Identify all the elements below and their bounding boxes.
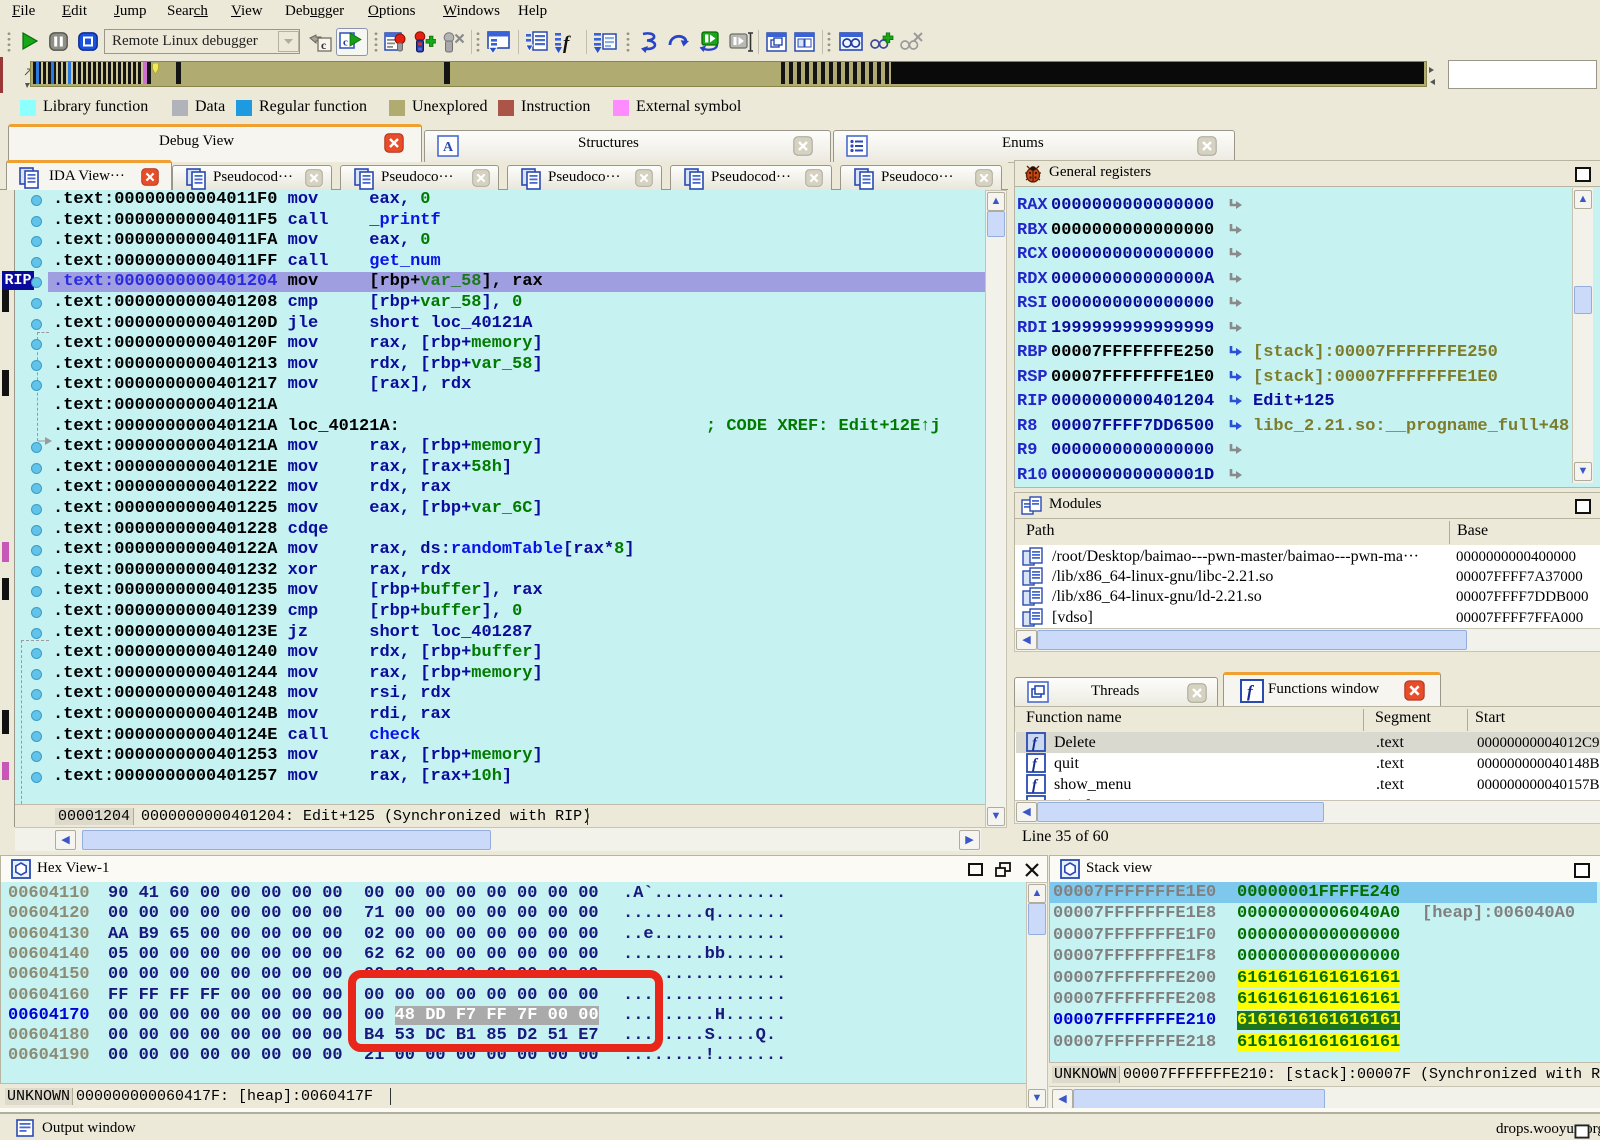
- svg-text:c: c: [321, 38, 327, 52]
- svg-text:A: A: [443, 140, 454, 155]
- svg-text:f: f: [563, 33, 571, 54]
- svg-text:c: c: [343, 37, 348, 49]
